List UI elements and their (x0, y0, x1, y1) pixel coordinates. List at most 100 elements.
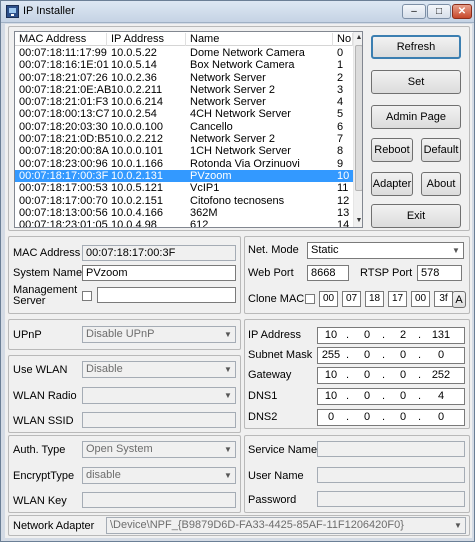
system-name-input[interactable]: PVzoom (82, 265, 236, 281)
device-list-row[interactable]: 00:07:18:21:01:F3 10.0.6.214 Network Serve… (15, 96, 353, 108)
maximize-button[interactable]: □ (427, 4, 451, 19)
clone-mac-octet-1[interactable]: 00 (319, 291, 338, 307)
clone-mac-octet-5[interactable]: 00 (411, 291, 430, 307)
clone-mac-octet-4[interactable]: 17 (388, 291, 407, 307)
password-input[interactable] (317, 491, 465, 507)
mac-address-field: 00:07:18:17:00:3F (82, 245, 236, 261)
device-list-row[interactable]: 00:07:18:21:07:26 10.0.2.36 Network Server… (15, 72, 353, 84)
reboot-button[interactable]: Reboot (371, 138, 413, 162)
no-cell: 0 (337, 47, 344, 59)
device-list[interactable]: MAC Address IP Address Name No 00:07:18:… (14, 31, 363, 228)
exit-button[interactable]: Exit (371, 204, 461, 228)
management-server-checkbox[interactable] (82, 291, 92, 301)
mac-cell: 00:07:18:16:1E:01 (19, 59, 109, 72)
upnp-select[interactable]: Disable UPnP ▼ (82, 326, 236, 343)
rtsp-port-input[interactable]: 578 (417, 265, 462, 281)
adapter-button[interactable]: Adapter (371, 172, 413, 196)
scroll-thumb[interactable] (355, 45, 362, 191)
no-cell: 1 (337, 59, 344, 72)
gateway-input[interactable]: 10. 0. 0. 252 (317, 367, 465, 384)
device-list-row[interactable]: 00:07:18:21:0E:AB 10.0.2.211 Network Serve… (15, 84, 353, 96)
use-wlan-value: Disable (86, 363, 123, 375)
ip-octet: 0 (363, 329, 371, 341)
ip-octet: 131 (431, 329, 451, 341)
minimize-button[interactable]: – (402, 4, 426, 19)
clone-mac-octet-2[interactable]: 07 (342, 291, 361, 307)
default-button[interactable]: Default (421, 138, 461, 162)
device-list-row[interactable]: 00:07:18:17:00:3F 10.0.2.131 PVzoom 10 (15, 169, 353, 183)
set-button[interactable]: Set (371, 70, 461, 94)
column-header-name[interactable]: Name (186, 33, 333, 46)
wlan-ssid-input[interactable] (82, 412, 236, 428)
wlan-ssid-label: WLAN SSID (13, 415, 74, 427)
device-list-row[interactable]: 00:07:18:16:1E:01 10.0.5.14 Box Network Ca… (15, 59, 353, 71)
ip-cell: 10.0.2.211 (111, 83, 163, 96)
ip-installer-window: IP Installer – □ ✕ MAC Address IP Addres… (0, 0, 475, 542)
device-list-row[interactable]: 00:07:18:20:03:30 10.0.0.100 Cancello 6 (15, 121, 353, 133)
title-bar[interactable]: IP Installer – □ ✕ (1, 1, 474, 23)
device-list-row[interactable]: 00:07:18:21:0D:B5 10.0.2.212 Network Serve… (15, 133, 353, 145)
gateway-octet: 10 (324, 369, 338, 381)
device-list-row[interactable]: 00:07:18:17:00:53 10.0.5.121 VcIP1 11 (15, 182, 353, 194)
device-list-row[interactable]: 00:07:18:17:00:70 10.0.2.151 Citofono tecn… (15, 195, 353, 207)
net-mode-select[interactable]: Static ▼ (307, 242, 464, 259)
column-header-ip[interactable]: IP Address (107, 33, 186, 46)
dns1-octet: 0 (363, 390, 371, 402)
column-header-no[interactable]: No (333, 33, 353, 46)
web-port-label: Web Port (248, 267, 294, 279)
password-label: Password (248, 494, 297, 506)
wlan-key-input[interactable] (82, 492, 236, 508)
dns2-input[interactable]: 0. 0. 0. 0 (317, 409, 465, 426)
encrypt-type-select[interactable]: disable ▼ (82, 467, 236, 484)
mac-cell: 00:07:18:13:00:56 (19, 206, 108, 219)
no-cell: 13 (337, 206, 350, 219)
about-button[interactable]: About (421, 172, 461, 196)
column-header-mac[interactable]: MAC Address (15, 33, 107, 46)
ip-cell: 10.0.0.100 (111, 120, 163, 133)
service-name-input[interactable] (317, 441, 465, 457)
upnp-value: Disable UPnP (86, 328, 155, 340)
close-button[interactable]: ✕ (452, 4, 472, 19)
dns1-input[interactable]: 10. 0. 0. 4 (317, 388, 465, 405)
clone-mac-octet-6[interactable]: 3f (434, 291, 453, 307)
dropdown-arrow-icon: ▼ (224, 391, 232, 400)
device-list-scrollbar[interactable]: ▲ ▼ (353, 32, 362, 227)
admin-page-button[interactable]: Admin Page (371, 105, 461, 129)
dropdown-arrow-icon: ▼ (454, 521, 462, 530)
web-port-input[interactable]: 8668 (307, 265, 349, 281)
scroll-up-icon[interactable]: ▲ (354, 32, 362, 44)
ip-address-input[interactable]: 10. 0. 2. 131 (317, 327, 465, 344)
user-name-input[interactable] (317, 467, 465, 483)
device-list-row[interactable]: 00:07:18:20:00:8A 10.0.0.101 1CH Network S… (15, 145, 353, 157)
gateway-octet: 0 (399, 369, 407, 381)
scroll-down-icon[interactable]: ▼ (354, 215, 362, 227)
clone-mac-apply-button[interactable]: A (452, 291, 466, 308)
network-adapter-select[interactable]: \Device\NPF_{B9879D6D-FA33-4425-85AF-11F… (106, 517, 466, 534)
mac-cell: 00:07:18:21:0E:AB (19, 83, 112, 96)
subnet-mask-input[interactable]: 255. 0. 0. 0 (317, 347, 465, 364)
name-cell: Network Server 2 (190, 133, 275, 146)
auth-type-select[interactable]: Open System ▼ (82, 441, 236, 458)
mac-cell: 00:07:18:17:00:3F (19, 169, 109, 182)
clone-mac-checkbox[interactable] (305, 294, 315, 304)
name-cell: Box Network Camera (190, 59, 295, 72)
network-adapter-panel: Network Adapter \Device\NPF_{B9879D6D-FA… (8, 515, 470, 536)
wlan-key-label: WLAN Key (13, 495, 67, 507)
no-cell: 10 (337, 169, 350, 182)
clone-mac-octet-3[interactable]: 18 (365, 291, 384, 307)
device-list-row[interactable]: 00:07:18:13:00:56 10.0.4.166 362M 13 (15, 207, 353, 219)
use-wlan-select[interactable]: Disable ▼ (82, 361, 236, 378)
device-list-row[interactable]: 00:07:18:23:01:05 10.0.4.98 612 14 (15, 219, 353, 227)
no-cell: 9 (337, 157, 344, 170)
mac-cell: 00:07:18:17:00:53 (19, 182, 108, 195)
upnp-panel: UPnP Disable UPnP ▼ (8, 319, 241, 350)
device-list-row[interactable]: 00:07:18:00:13:C7 10.0.2.54 4CH Network Se… (15, 108, 353, 120)
management-server-input[interactable] (97, 287, 236, 303)
wlan-security-panel: Auth. Type Open System ▼ EncryptType dis… (8, 435, 241, 513)
device-list-row[interactable]: 00:07:18:11:17:99 10.0.5.22 Dome Network C… (15, 47, 353, 59)
device-list-row[interactable]: 00:07:18:23:00:96 10.0.1.166 Rotonda Via O… (15, 158, 353, 170)
wlan-radio-select[interactable]: ▼ (82, 387, 236, 404)
no-cell: 4 (337, 96, 344, 109)
no-cell: 12 (337, 194, 350, 207)
refresh-button[interactable]: Refresh (371, 35, 461, 59)
